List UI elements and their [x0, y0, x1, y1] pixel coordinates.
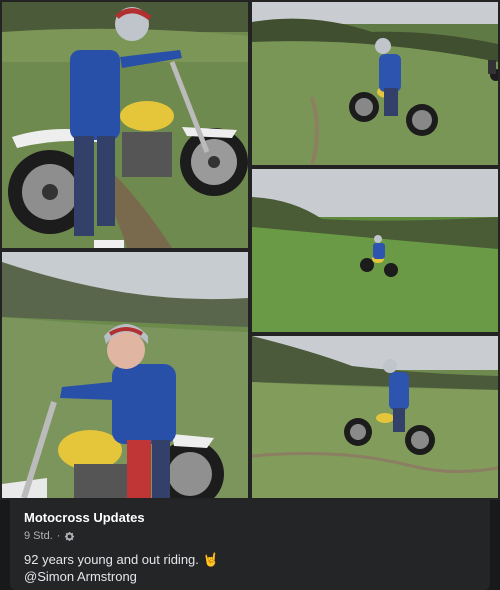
page-name-link[interactable]: Motocross Updates [24, 510, 145, 525]
mention-link[interactable]: @Simon Armstrong [24, 569, 137, 585]
post-meta: 9 Std. · [24, 530, 476, 542]
photo-rider-standing-with-bike[interactable] [2, 2, 248, 248]
photo-grid [0, 0, 500, 500]
post-time[interactable]: 9 Std. [24, 530, 53, 542]
photo-rider-seated-closeup[interactable] [2, 252, 248, 498]
post-text: 92 years young and out riding. 🤘 [24, 552, 219, 567]
photo-rider-in-field[interactable] [252, 169, 498, 332]
photo-rider-standing-on-pegs[interactable] [252, 336, 498, 498]
gear-icon[interactable] [64, 531, 75, 542]
meta-separator: · [56, 530, 61, 542]
post-caption: Motocross Updates 9 Std. · 92 years youn… [10, 500, 490, 590]
photo-rider-on-hillside[interactable] [252, 2, 498, 165]
